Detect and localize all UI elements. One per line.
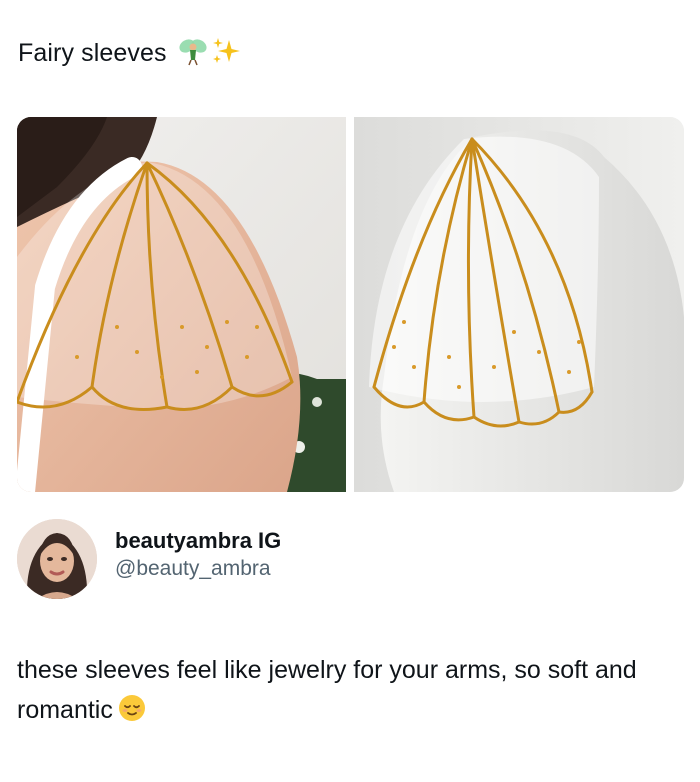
post-title: Fairy sleeves: [18, 39, 167, 67]
avatar-portrait-icon: [17, 519, 97, 599]
sleeve-mannequin-illustration: [354, 117, 684, 492]
sleeve-mannequin-photo[interactable]: [354, 117, 684, 492]
sleeve-worn-illustration: [17, 117, 346, 492]
post-author[interactable]: beautyambra IG @beauty_ambra: [17, 519, 281, 599]
sparkles-emoji-icon: [211, 36, 241, 71]
sleeve-worn-photo[interactable]: [17, 117, 346, 492]
author-text: beautyambra IG @beauty_ambra: [115, 527, 281, 583]
post-body-text: these sleeves feel like jewelry for your…: [17, 656, 637, 724]
display-name[interactable]: beautyambra IG: [115, 527, 281, 555]
relieved-face-emoji-icon: [117, 693, 147, 735]
avatar[interactable]: [17, 519, 97, 599]
post-title-row: Fairy sleeves: [18, 36, 241, 71]
post-body: these sleeves feel like jewelry for your…: [17, 650, 682, 735]
title-emojis: [177, 36, 241, 71]
fairy-emoji-icon: [177, 36, 209, 71]
handle[interactable]: @beauty_ambra: [115, 555, 281, 583]
